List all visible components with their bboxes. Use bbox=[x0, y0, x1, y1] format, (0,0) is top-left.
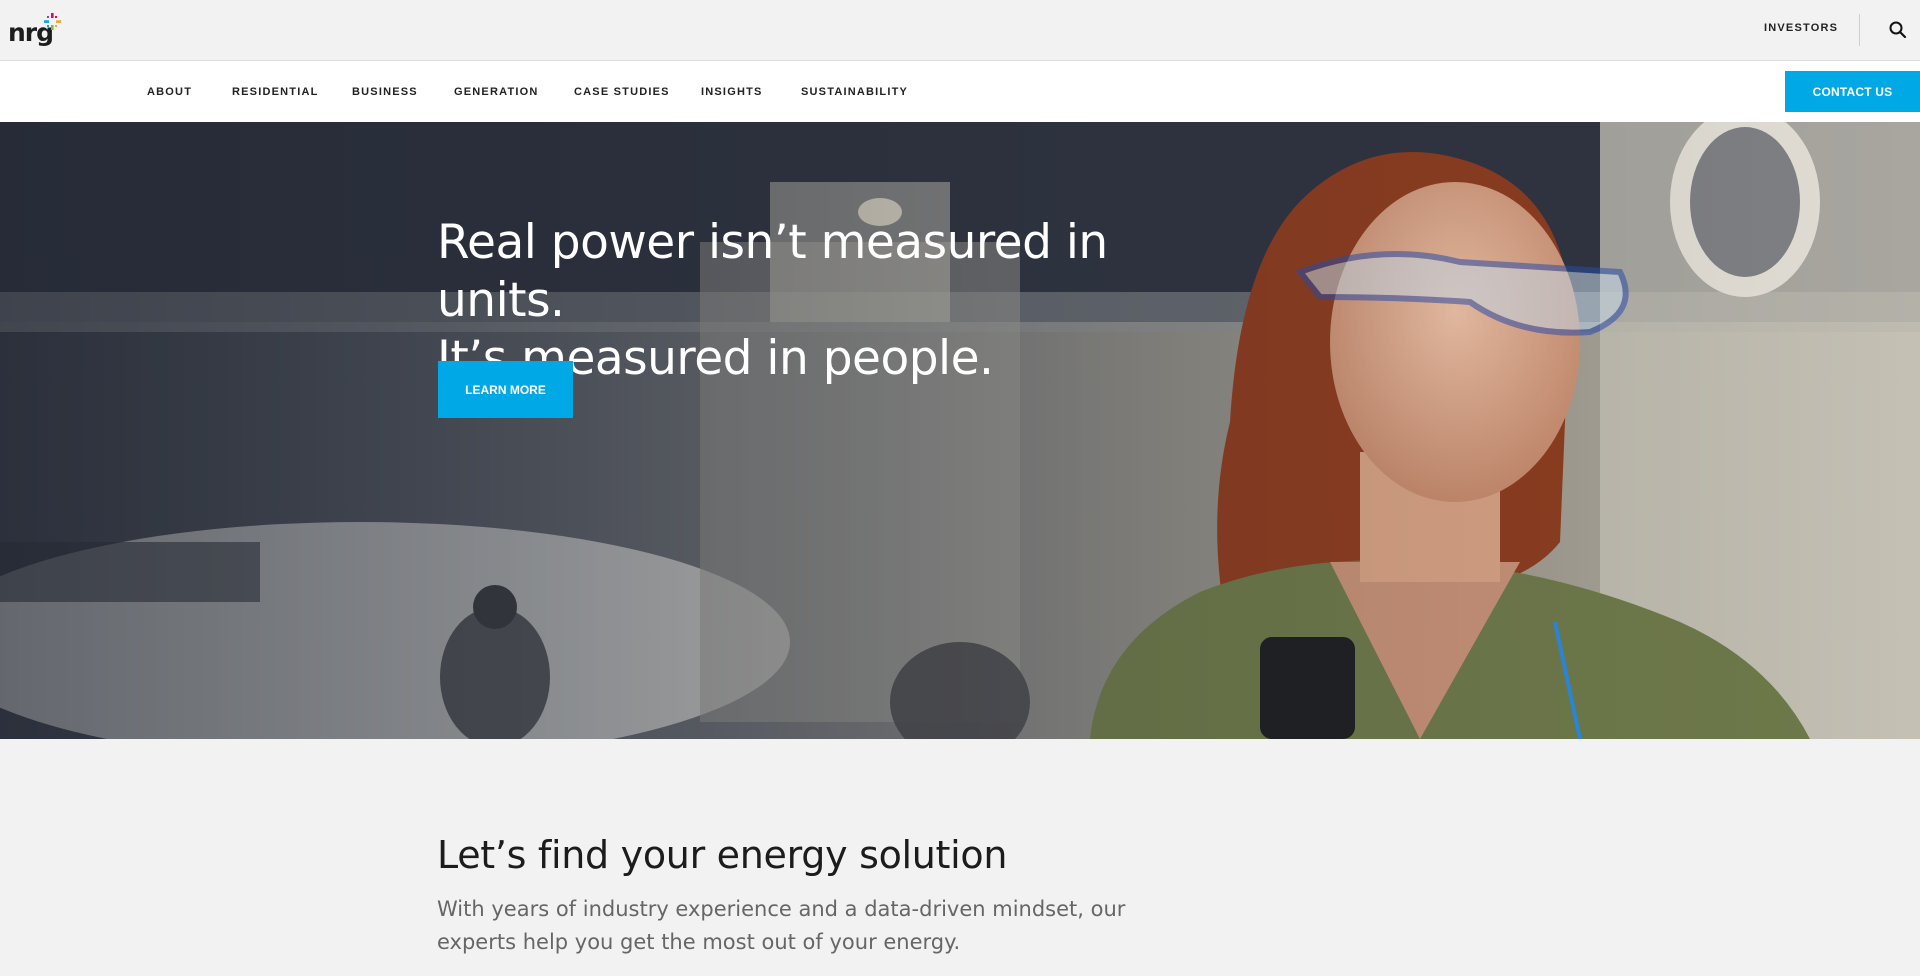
nav-item-generation[interactable]: GENERATION bbox=[454, 86, 539, 98]
nav-item-business[interactable]: BUSINESS bbox=[352, 86, 418, 98]
utility-bar: nrg INVESTORS bbox=[0, 0, 1920, 61]
search-button[interactable] bbox=[1888, 20, 1908, 40]
nav-item-case-studies[interactable]: CASE STUDIES bbox=[574, 86, 670, 98]
search-icon bbox=[1889, 21, 1907, 39]
nav-item-sustainability[interactable]: SUSTAINABILITY bbox=[801, 86, 908, 98]
nav-item-insights[interactable]: INSIGHTS bbox=[701, 86, 763, 98]
nav-item-about[interactable]: ABOUT bbox=[147, 86, 192, 98]
logo-spark-icon bbox=[44, 13, 61, 30]
investors-link[interactable]: INVESTORS bbox=[1764, 22, 1838, 34]
utility-divider bbox=[1859, 14, 1860, 46]
hero-headline-line-1: Real power isn’t measured in units. bbox=[437, 215, 1108, 328]
hero-banner: Real power isn’t measured in units. It’s… bbox=[0, 122, 1920, 739]
section-body: With years of industry experience and a … bbox=[437, 897, 1126, 954]
contact-us-button[interactable]: CONTACT US bbox=[1785, 71, 1920, 112]
main-nav: ABOUT RESIDENTIAL BUSINESS GENERATION CA… bbox=[0, 61, 1920, 122]
learn-more-button[interactable]: LEARN MORE bbox=[438, 361, 573, 418]
section-title: Let’s find your energy solution bbox=[437, 833, 1008, 877]
energy-solution-section: Let’s find your energy solution With yea… bbox=[0, 739, 1920, 976]
nav-item-residential[interactable]: RESIDENTIAL bbox=[232, 86, 319, 98]
nrg-logo[interactable]: nrg bbox=[8, 12, 68, 48]
